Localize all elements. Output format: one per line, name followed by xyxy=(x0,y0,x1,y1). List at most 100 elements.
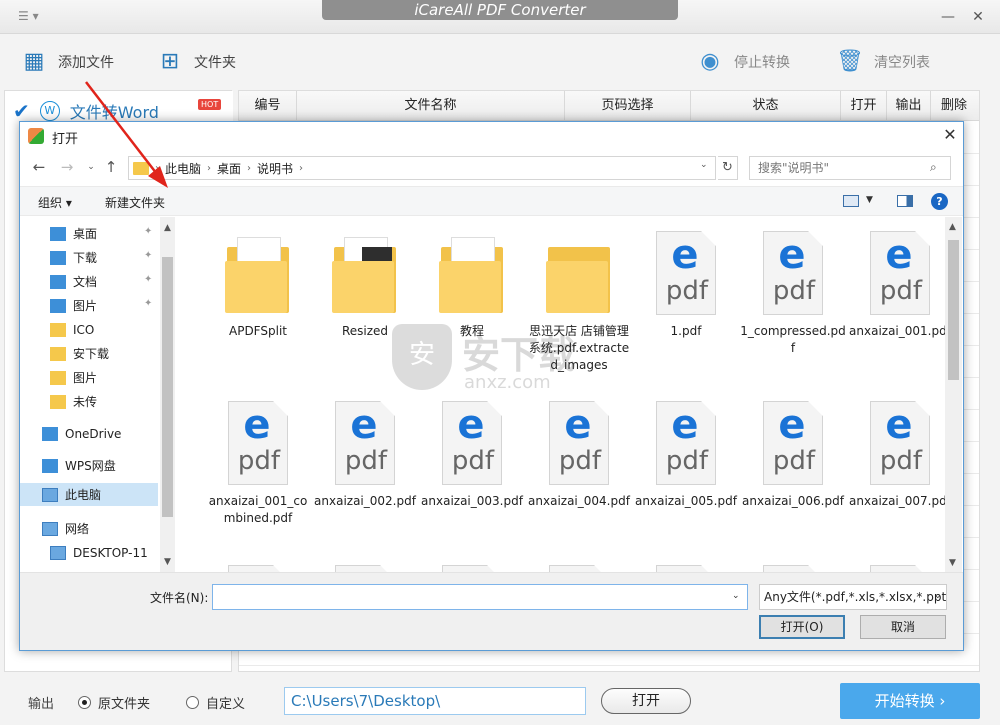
refresh-icon[interactable]: ↻ xyxy=(718,156,738,180)
help-icon[interactable]: ? xyxy=(931,193,948,210)
preview-pane-icon[interactable] xyxy=(897,195,913,207)
forward-arrow-icon[interactable]: → xyxy=(58,158,76,176)
nav-item-11[interactable]: 网络 xyxy=(20,517,160,540)
file-item[interactable]: e pdf 1_compressed.pdf xyxy=(740,217,846,377)
download-icon xyxy=(50,250,66,265)
file-item[interactable]: epdf xyxy=(633,557,739,572)
pin-icon[interactable]: ✦ xyxy=(144,250,152,261)
scroll-up-icon[interactable]: ▲ xyxy=(164,223,171,233)
view-dropdown-icon[interactable]: ▼ xyxy=(866,195,873,205)
pdf-file-icon: epdf xyxy=(335,401,395,485)
menu-icon[interactable]: ☰ ▾ xyxy=(18,9,48,25)
file-type-select[interactable]: Any文件(*.pdf,*.xls,*.xlsx,*.ppt xyxy=(759,584,947,610)
nav-item-0[interactable]: 桌面 ✦ xyxy=(20,222,160,245)
stop-icon: ◉ xyxy=(700,49,720,74)
file-item[interactable]: epdf xyxy=(419,557,525,572)
file-item[interactable]: epdf xyxy=(740,557,846,572)
nav-item-12[interactable]: DESKTOP-11 xyxy=(20,541,160,564)
filename-dropdown-icon[interactable]: ⌄ xyxy=(732,591,740,601)
add-folder-button[interactable]: ⊞ 文件夹 xyxy=(156,46,236,78)
pdf-icon-text: pdf xyxy=(879,276,923,306)
radio-source-folder[interactable]: 原文件夹 xyxy=(78,693,150,712)
pin-icon[interactable]: ✦ xyxy=(144,226,152,237)
file-item[interactable]: epdf xyxy=(847,557,945,572)
filename-input[interactable] xyxy=(212,584,748,610)
add-file-button[interactable]: ▦ 添加文件 xyxy=(20,46,114,78)
file-scroll-thumb[interactable] xyxy=(948,240,959,380)
nav-item-2[interactable]: 文档 ✦ xyxy=(20,270,160,293)
back-arrow-icon[interactable]: ← xyxy=(30,158,48,176)
file-item[interactable]: epdf xyxy=(205,557,311,572)
organize-menu[interactable]: 组织 ▾ xyxy=(38,194,72,211)
folder-icon xyxy=(332,237,398,313)
address-bar[interactable]: › 此电脑 › 桌面 › 说明书 › xyxy=(128,156,716,180)
watermark-logo: 安 安下载 anxz.com xyxy=(392,324,612,404)
col-status[interactable]: 状态 xyxy=(691,91,841,120)
nav-item-10[interactable]: 此电脑 xyxy=(20,483,158,506)
recent-chevron-icon[interactable]: ⌄ xyxy=(82,158,100,176)
nav-item-label: 未传 xyxy=(73,395,98,409)
file-item[interactable]: e pdf anxaizai_005.pdf xyxy=(633,387,739,547)
file-item[interactable]: e pdf anxaizai_002.pdf xyxy=(312,387,418,547)
address-dropdown-icon[interactable]: ⌄ xyxy=(700,160,708,170)
file-item[interactable]: e pdf anxaizai_001_combined.pdf xyxy=(205,387,311,547)
output-path-input[interactable]: C:\Users\7\Desktop\ xyxy=(284,687,586,715)
breadcrumb-desktop[interactable]: 桌面 xyxy=(217,160,241,177)
stop-button[interactable]: ◉ 停止转换 xyxy=(696,46,790,78)
search-icon[interactable]: ⌕ xyxy=(930,160,937,175)
nav-item-6[interactable]: 图片 xyxy=(20,366,160,389)
nav-scroll-thumb[interactable] xyxy=(162,257,173,517)
scroll-down-icon[interactable]: ▼ xyxy=(164,557,171,567)
col-output[interactable]: 输出 xyxy=(887,91,931,120)
file-name: anxaizai_001.pdf xyxy=(849,324,945,338)
file-scroll-up-icon[interactable]: ▲ xyxy=(949,222,956,232)
file-item[interactable]: e pdf 1.pdf xyxy=(633,217,739,377)
pin-icon[interactable]: ✦ xyxy=(144,274,152,285)
file-item[interactable]: e pdf anxaizai_003.pdf xyxy=(419,387,525,547)
nav-item-5[interactable]: 安下载 xyxy=(20,342,160,365)
file-item[interactable]: epdf xyxy=(526,557,632,572)
file-item[interactable]: epdf xyxy=(312,557,418,572)
col-delete[interactable]: 删除 xyxy=(931,91,977,120)
clear-list-button[interactable]: 🗑 清空列表 xyxy=(836,46,930,78)
file-item[interactable]: e pdf anxaizai_007.pdf xyxy=(847,387,945,547)
pdf-file-icon: epdf xyxy=(335,565,395,572)
close-button[interactable]: ✕ xyxy=(968,8,988,26)
computer-icon xyxy=(50,545,66,560)
pin-icon[interactable]: ✦ xyxy=(144,298,152,309)
col-page-select[interactable]: 页码选择 xyxy=(565,91,691,120)
file-name: anxaizai_004.pdf xyxy=(528,494,630,508)
nav-item-9[interactable]: WPS网盘 xyxy=(20,454,160,477)
radio-custom-folder[interactable]: 自定义 xyxy=(186,693,245,712)
dialog-cancel-button[interactable]: 取消 xyxy=(860,615,946,639)
dialog-close-icon[interactable]: ✕ xyxy=(940,125,960,145)
col-open[interactable]: 打开 xyxy=(841,91,887,120)
add-folder-label: 文件夹 xyxy=(194,55,236,71)
nav-item-7[interactable]: 未传 xyxy=(20,390,160,413)
open-folder-button[interactable]: 打开 xyxy=(601,688,691,714)
search-input[interactable]: 搜索"说明书" xyxy=(749,156,951,180)
file-item[interactable]: e pdf anxaizai_004.pdf xyxy=(526,387,632,547)
nav-item-8[interactable]: OneDrive xyxy=(20,422,160,445)
col-number[interactable]: 编号 xyxy=(239,91,297,120)
nav-item-1[interactable]: 下载 ✦ xyxy=(20,246,160,269)
breadcrumb-manual[interactable]: 说明书 xyxy=(257,160,293,177)
new-folder-button[interactable]: 新建文件夹 xyxy=(105,194,165,211)
file-item[interactable]: APDFSplit xyxy=(205,217,311,377)
col-filename[interactable]: 文件名称 xyxy=(297,91,565,120)
up-arrow-icon[interactable]: ↑ xyxy=(102,158,120,176)
file-item[interactable]: e pdf anxaizai_001.pdf xyxy=(847,217,945,377)
file-scroll-down-icon[interactable]: ▼ xyxy=(949,558,956,568)
view-mode-icon[interactable] xyxy=(843,195,859,207)
minimize-button[interactable]: — xyxy=(938,8,958,26)
file-type-dropdown-icon[interactable]: ⌄ xyxy=(934,591,942,601)
file-item[interactable]: e pdf anxaizai_006.pdf xyxy=(740,387,846,547)
nav-item-3[interactable]: 图片 ✦ xyxy=(20,294,160,317)
dialog-open-button[interactable]: 打开(O) xyxy=(759,615,845,639)
pdf-file-icon: epdf xyxy=(870,231,930,315)
breadcrumb-this-pc[interactable]: 此电脑 xyxy=(165,160,201,177)
title-bar: ☰ ▾ iCareAll PDF Converter — ✕ xyxy=(0,0,1000,34)
start-convert-button[interactable]: 开始转换 › xyxy=(840,683,980,719)
nav-item-4[interactable]: ICO xyxy=(20,318,160,341)
pdf-icon-text: pdf xyxy=(451,446,495,476)
